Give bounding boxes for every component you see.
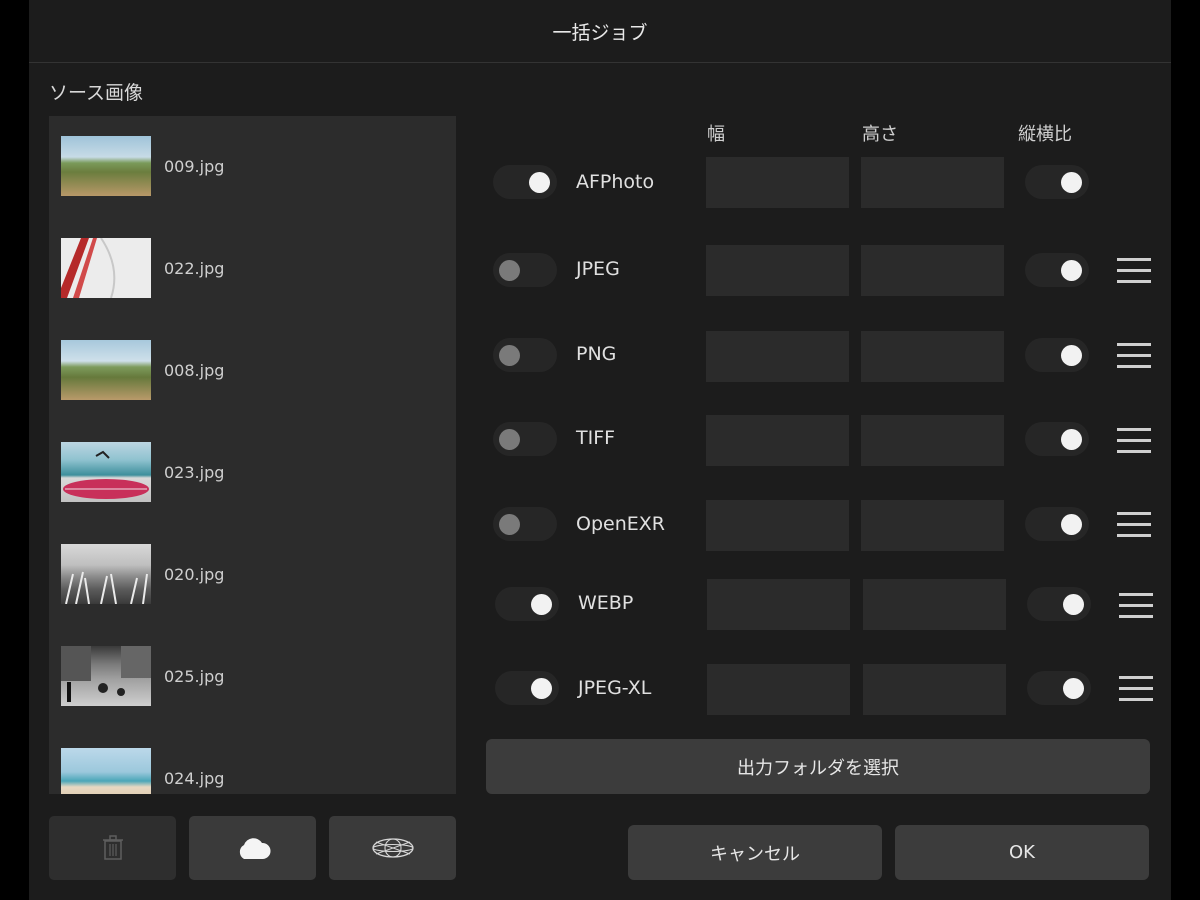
dialog-title: 一括ジョブ	[29, 0, 1171, 63]
file-name: 025.jpg	[164, 666, 225, 686]
aspect-toggle-tiff[interactable]	[1025, 422, 1089, 456]
bw-street-thumbnail	[61, 646, 151, 706]
file-name: 022.jpg	[164, 258, 225, 278]
format-label-openexr: OpenEXR	[576, 513, 665, 535]
menu-icon[interactable]	[1117, 512, 1151, 538]
menu-icon[interactable]	[1119, 593, 1153, 619]
height-field-tiff[interactable]	[861, 415, 1004, 466]
format-toggle-afphoto[interactable]	[493, 165, 557, 199]
red-frame-thumbnail	[61, 238, 151, 298]
file-name: 023.jpg	[164, 462, 225, 482]
trash-icon	[102, 835, 123, 860]
cancel-button[interactable]: キャンセル	[628, 825, 882, 880]
aspect-column-header: 縦横比	[1018, 124, 1072, 145]
height-field-afphoto[interactable]	[861, 157, 1004, 208]
format-toggle-jpeg-xl[interactable]	[495, 671, 559, 705]
cloud-button[interactable]	[189, 816, 316, 880]
format-label-png: PNG	[576, 343, 617, 365]
height-field-webp[interactable]	[863, 579, 1006, 630]
file-name: 009.jpg	[164, 156, 225, 176]
list-item[interactable]: 022.jpg	[61, 238, 441, 298]
height-column-header: 高さ	[862, 124, 898, 145]
vineyard-thumbnail	[61, 136, 151, 196]
menu-icon[interactable]	[1117, 343, 1151, 369]
aspect-toggle-png[interactable]	[1025, 338, 1089, 372]
format-label-jpeg: JPEG	[576, 258, 620, 280]
delete-button[interactable]	[49, 816, 176, 880]
width-field-tiff[interactable]	[706, 415, 849, 466]
select-output-folder-button[interactable]: 出力フォルダを選択	[486, 739, 1150, 794]
aspect-toggle-webp[interactable]	[1027, 587, 1091, 621]
height-field-openexr[interactable]	[861, 500, 1004, 551]
list-item[interactable]: 008.jpg	[61, 340, 441, 400]
aspect-toggle-openexr[interactable]	[1025, 507, 1089, 541]
width-field-webp[interactable]	[707, 579, 850, 630]
menu-icon[interactable]	[1117, 428, 1151, 454]
surfboard-thumbnail	[61, 442, 151, 502]
width-field-jpeg-xl[interactable]	[707, 664, 850, 715]
source-image-list[interactable]: 009.jpg 022.jpg 008.jpg 023.jpg 020.jpg …	[49, 116, 456, 794]
list-item[interactable]: 025.jpg	[61, 646, 441, 706]
format-toggle-tiff[interactable]	[493, 422, 557, 456]
width-field-openexr[interactable]	[706, 500, 849, 551]
list-item[interactable]: 024.jpg	[61, 748, 441, 794]
format-label-tiff: TIFF	[576, 427, 616, 449]
format-toggle-jpeg[interactable]	[493, 253, 557, 287]
list-item[interactable]: 009.jpg	[61, 136, 441, 196]
aspect-toggle-jpeg-xl[interactable]	[1027, 671, 1091, 705]
height-field-jpeg[interactable]	[861, 245, 1004, 296]
source-images-label: ソース画像	[49, 82, 144, 104]
format-toggle-png[interactable]	[493, 338, 557, 372]
aspect-toggle-afphoto[interactable]	[1025, 165, 1089, 199]
file-name: 024.jpg	[164, 768, 225, 788]
ok-button[interactable]: OK	[895, 825, 1149, 880]
list-item[interactable]: 023.jpg	[61, 442, 441, 502]
photos-button[interactable]	[329, 816, 456, 880]
width-column-header: 幅	[707, 124, 725, 145]
format-toggle-webp[interactable]	[495, 587, 559, 621]
height-field-png[interactable]	[861, 331, 1004, 382]
file-name: 008.jpg	[164, 360, 225, 380]
width-field-png[interactable]	[706, 331, 849, 382]
format-toggle-openexr[interactable]	[493, 507, 557, 541]
beach-thumbnail	[61, 748, 151, 794]
batch-job-dialog: 一括ジョブ ソース画像 009.jpg 022.jpg 008.jpg 023.…	[29, 0, 1171, 900]
vineyard-thumbnail	[61, 340, 151, 400]
file-name: 020.jpg	[164, 564, 225, 584]
width-field-afphoto[interactable]	[706, 157, 849, 208]
aspect-toggle-jpeg[interactable]	[1025, 253, 1089, 287]
format-label-webp: WEBP	[578, 592, 634, 614]
format-label-jpeg-xl: JPEG-XL	[578, 677, 652, 699]
bw-grass-thumbnail	[61, 544, 151, 604]
format-label-afphoto: AFPhoto	[576, 171, 655, 193]
menu-icon[interactable]	[1117, 258, 1151, 284]
photos-icon	[371, 838, 414, 858]
cloud-icon	[239, 838, 271, 859]
menu-icon[interactable]	[1119, 676, 1153, 702]
width-field-jpeg[interactable]	[706, 245, 849, 296]
height-field-jpeg-xl[interactable]	[863, 664, 1006, 715]
list-item[interactable]: 020.jpg	[61, 544, 441, 604]
